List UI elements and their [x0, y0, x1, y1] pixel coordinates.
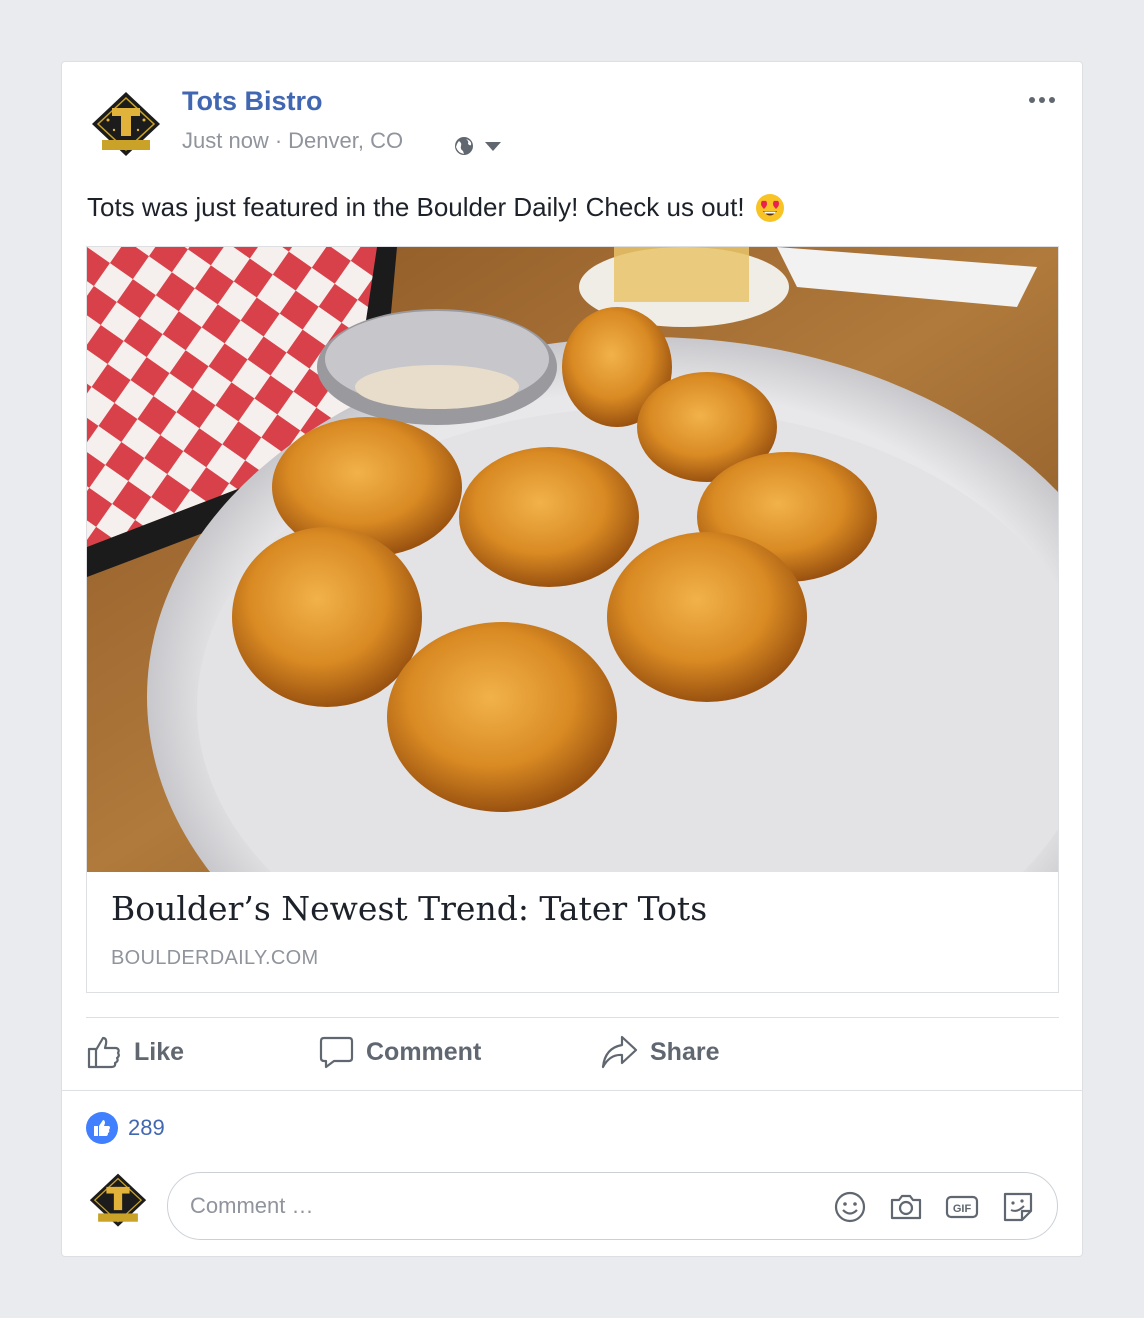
- like-label: Like: [134, 1037, 185, 1066]
- like-button[interactable]: Like: [86, 1030, 184, 1074]
- post-card: Tots Bistro Just now · Denver, CO Tots w…: [61, 61, 1083, 1257]
- comment-button[interactable]: Comment: [318, 1030, 481, 1074]
- article-domain: BOULDERDAILY.COM: [111, 947, 319, 969]
- action-divider: [86, 1017, 1059, 1018]
- like-reaction-badge: [86, 1112, 118, 1144]
- link-preview[interactable]: Boulder’s Newest Trend: Tater Tots BOULD…: [86, 246, 1059, 993]
- post-meta: Just now · Denver, CO: [182, 128, 403, 154]
- article-title[interactable]: Boulder’s Newest Trend: Tater Tots: [111, 889, 707, 928]
- more-options-icon[interactable]: [1026, 90, 1058, 110]
- comment-bubble-icon: [319, 1036, 354, 1069]
- share-label: Share: [650, 1037, 720, 1066]
- comment-composer: GIF: [167, 1172, 1058, 1240]
- post-message-text: Tots was just featured in the Boulder Da…: [87, 192, 745, 222]
- reactions-summary[interactable]: 289: [86, 1112, 165, 1144]
- post-message: Tots was just featured in the Boulder Da…: [87, 192, 785, 223]
- share-arrow-icon: [601, 1035, 638, 1069]
- post-location[interactable]: Denver, CO: [288, 128, 403, 154]
- sticker-icon[interactable]: [1000, 1189, 1036, 1225]
- commenter-avatar[interactable]: [88, 1172, 148, 1230]
- thumbs-up-icon: [87, 1036, 120, 1069]
- heart-eyes-emoji-icon: [755, 193, 784, 222]
- comment-label: Comment: [366, 1037, 482, 1066]
- reactions-divider: [62, 1090, 1082, 1091]
- reaction-count[interactable]: 289: [128, 1115, 165, 1141]
- meta-separator: ·: [274, 128, 283, 153]
- camera-icon[interactable]: [888, 1189, 924, 1225]
- chevron-down-icon[interactable]: [484, 140, 502, 152]
- comment-input[interactable]: [190, 1173, 810, 1239]
- post-timestamp[interactable]: Just now: [182, 128, 269, 154]
- page-avatar[interactable]: [90, 90, 162, 160]
- article-photo[interactable]: [87, 247, 1058, 872]
- gif-icon[interactable]: GIF: [944, 1189, 980, 1225]
- smiley-icon[interactable]: [832, 1189, 868, 1225]
- globe-icon[interactable]: [454, 136, 474, 156]
- share-button[interactable]: Share: [600, 1030, 719, 1074]
- like-reaction-icon: [94, 1120, 110, 1136]
- page-name-link[interactable]: Tots Bistro: [182, 86, 323, 117]
- svg-text:GIF: GIF: [953, 1203, 972, 1215]
